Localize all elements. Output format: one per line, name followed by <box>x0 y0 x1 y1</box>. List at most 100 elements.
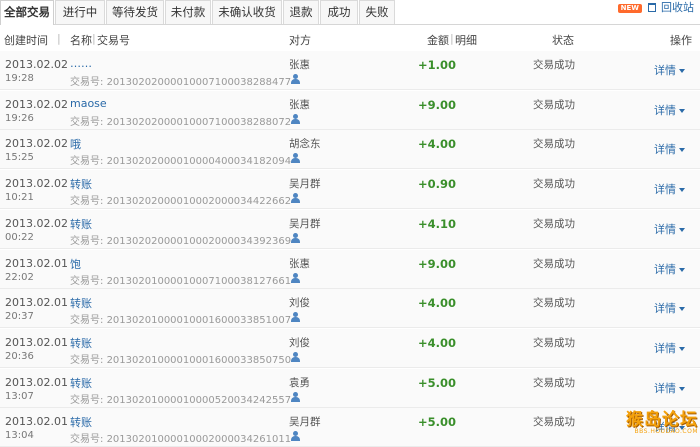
row-time: 15:25 <box>5 152 34 164</box>
table-row: 2013.02.01 22:02 饱交易号: 2013020100001000710… <box>0 249 700 289</box>
row-time: 19:28 <box>5 73 34 84</box>
person-icon[interactable] <box>291 272 300 283</box>
row-time: 13:04 <box>5 430 34 442</box>
row-detail-button[interactable]: 详情 <box>654 141 685 157</box>
row-item-name-link[interactable]: 转账 <box>70 375 92 391</box>
row-amount: +1.00 <box>418 58 457 72</box>
tab-awaiting-shipment[interactable]: 等待发货 <box>106 0 164 24</box>
row-item-name-link[interactable]: 转账 <box>70 295 92 311</box>
person-icon[interactable] <box>291 312 300 323</box>
txid-prefix: 交易号: <box>70 156 104 168</box>
row-item-name-link[interactable]: 哦 <box>70 136 81 152</box>
row-txid: 交易号: 20130202000010007100038288477 <box>70 73 291 88</box>
row-status: 交易成功 <box>533 178 575 191</box>
recycle-bin-label: 回收站 <box>661 1 694 14</box>
person-icon[interactable] <box>291 391 300 402</box>
row-amount: +5.00 <box>418 375 457 390</box>
person-icon[interactable] <box>291 351 300 362</box>
txid-prefix: 交易号: <box>70 196 104 208</box>
row-time: 00:22 <box>5 231 34 243</box>
row-time: 13:07 <box>5 390 34 402</box>
table-row: 2013.02.02 00:22 转账 交易号: 201302020000100020… <box>0 209 700 249</box>
person-icon[interactable] <box>291 431 300 442</box>
table-row: 2013.02.01 20:36 转账 交易号: 201302010000100016… <box>0 328 700 368</box>
row-detail-button[interactable]: 详情 <box>654 181 685 197</box>
row-detail-button[interactable]: 详情 <box>654 102 685 118</box>
row-status: 交易成功 <box>533 336 575 349</box>
row-party: 吴月群 <box>289 416 321 429</box>
txid-prefix: 交易号: <box>70 77 104 88</box>
detail-label: 详情 <box>654 222 676 236</box>
recycle-bin-link[interactable]: NEW 回收站 <box>617 1 694 15</box>
transaction-tabs: 全部交易 进行中 等待发货 未付款 未确认收货 退款 成功 失败 NEW 回收站 <box>0 0 700 25</box>
row-item-name-link[interactable]: 转账 <box>70 414 92 430</box>
tab-success[interactable]: 成功 <box>320 0 358 24</box>
row-amount: +4.00 <box>418 296 457 311</box>
row-item-name-link[interactable]: maose <box>70 97 107 110</box>
row-party: 张惠 <box>289 98 310 111</box>
txid-prefix: 交易号: <box>70 354 104 366</box>
header-created[interactable]: 创建时间 <box>4 32 48 48</box>
row-date: 2013.02.02 <box>5 216 68 230</box>
chevron-down-icon <box>679 69 685 73</box>
chevron-down-icon <box>679 307 685 312</box>
table-row: 2013.02.01 20:37 转账 交易号: 201302010000100016… <box>0 289 700 329</box>
txid-value: 20130201000010001600033851007 <box>106 315 292 327</box>
row-txid: 交易号: 20130202000010007100038288072 <box>70 113 291 128</box>
person-icon[interactable] <box>291 74 300 84</box>
row-item-name-link[interactable]: 转账 <box>70 176 92 192</box>
tab-unconfirmed[interactable]: 未确认收货 <box>212 0 282 24</box>
header-party: 对方 <box>289 34 311 47</box>
chevron-down-icon <box>679 346 685 351</box>
txid-value: 20130202000010007100038288477 <box>106 77 292 88</box>
header-name: 名称 <box>70 34 92 47</box>
header-separator: | <box>92 32 96 45</box>
row-detail-button[interactable]: 详情 <box>654 62 685 78</box>
row-detail-button[interactable]: 详情 <box>654 380 685 396</box>
table-row: 2013.02.02 19:26 maose 交易号: 201302020000100… <box>0 90 700 130</box>
row-status: 交易成功 <box>533 138 575 151</box>
tab-unpaid[interactable]: 未付款 <box>165 0 211 24</box>
row-amount: +5.00 <box>418 415 457 430</box>
row-date: 2013.02.02 <box>5 137 68 151</box>
txid-value: 20130202000010007100038288072 <box>106 116 292 128</box>
row-detail-button[interactable]: 详情 <box>654 261 685 277</box>
row-date: 2013.02.02 <box>5 58 68 71</box>
row-time: 19:26 <box>5 112 34 124</box>
tab-in-progress[interactable]: 进行中 <box>55 0 105 24</box>
row-txid: 交易号: 20130202000010002000034422662 <box>70 192 291 207</box>
row-detail-button[interactable]: 详情 <box>654 221 685 237</box>
trash-icon <box>647 3 656 12</box>
row-status: 交易成功 <box>533 217 575 230</box>
detail-label: 详情 <box>654 302 676 316</box>
txid-prefix: 交易号: <box>70 275 104 287</box>
row-item-name-link[interactable]: …… <box>70 57 92 70</box>
row-amount: +4.00 <box>418 335 457 350</box>
row-item-name-link[interactable]: 转账 <box>70 335 92 351</box>
tab-refund[interactable]: 退款 <box>283 0 319 24</box>
row-amount: +4.00 <box>418 137 457 152</box>
person-icon[interactable] <box>291 153 300 164</box>
txid-value: 20130202000010000400034182094 <box>106 156 292 168</box>
chevron-down-icon <box>679 386 685 391</box>
row-date: 2013.02.01 <box>5 335 68 349</box>
person-icon[interactable] <box>291 113 300 124</box>
table-row: 2013.02.02 15:25 哦交易号: 2013020200001000040… <box>0 130 700 170</box>
tab-failed[interactable]: 失败 <box>359 0 395 24</box>
person-icon[interactable] <box>291 232 300 243</box>
row-detail-button[interactable]: 详情 <box>654 300 685 316</box>
table-header: 创建时间 | 名称 | 交易号 对方 金额 | 明细 状态 操作 <box>0 25 700 52</box>
row-txid: 交易号: 20130202000010002000034392369 <box>70 232 291 247</box>
row-party: 刘俊 <box>289 336 310 349</box>
person-icon[interactable] <box>291 193 300 204</box>
txid-value: 20130201000010000520034242557 <box>106 394 292 406</box>
table-row: 2013.02.01 13:04 转账 交易号: 201302010000100020… <box>0 408 700 447</box>
table-row: 2013.02.01 13:07 转账 交易号: 201302010000100005… <box>0 368 700 408</box>
row-item-name-link[interactable]: 饱 <box>70 256 81 272</box>
tab-all[interactable]: 全部交易 <box>0 0 54 25</box>
chevron-down-icon <box>679 267 685 272</box>
row-item-name-link[interactable]: 转账 <box>70 216 92 232</box>
txid-prefix: 交易号: <box>70 394 104 406</box>
row-detail-button[interactable]: 详情 <box>654 340 685 356</box>
row-txid: 交易号: 20130201000010000520034242557 <box>70 391 291 406</box>
